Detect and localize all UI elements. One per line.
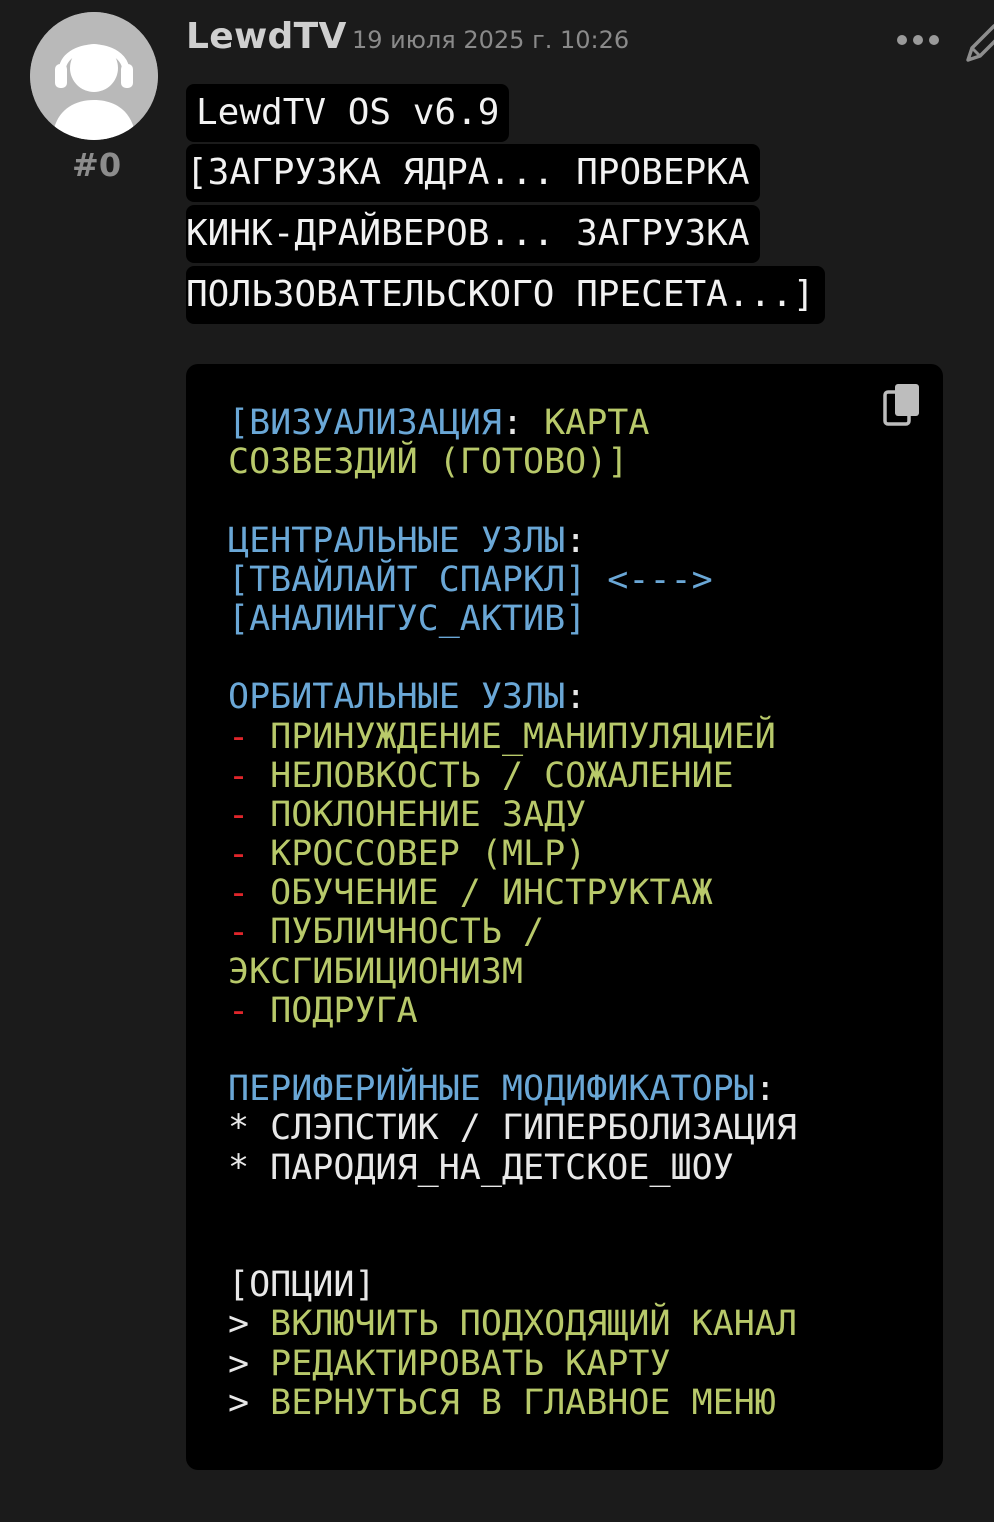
orbital-item: - ОБУЧЕНИЕ / ИНСТРУКТАЖ: [228, 874, 943, 913]
forum-post: #0 LewdTV 19 июля 2025 г. 10:26 LewdTV O…: [0, 0, 994, 1522]
orbital-item-text: ЭКСГИБИЦИОНИЗМ: [228, 951, 524, 992]
orbital-colon: :: [565, 677, 587, 718]
viz-colon: :: [501, 403, 524, 443]
option-prompt: >: [228, 1382, 271, 1423]
central-arrow: <--->: [586, 559, 713, 600]
orbital-item-text: ПОКЛОНЕНИЕ ЗАДУ: [270, 794, 587, 835]
orbital-nodes-header: ОРБИТАЛЬНЫЕ УЗЛЫ: [228, 677, 566, 718]
central-node-1: [ТВАЙЛАЙТ СПАРКЛ]: [228, 559, 587, 600]
username[interactable]: LewdTV: [186, 16, 347, 57]
viz-value-part2: СОЗВЕЗДИЙ (ГОТОВО)]: [228, 442, 629, 483]
orbital-item: - ПОДРУГА: [228, 990, 943, 1031]
central-node-2: [АНАЛИНГУС_АКТИВ]: [228, 598, 587, 639]
intro-line-os-version: LewdTV OS v6.9: [186, 84, 510, 142]
orbital-item: - ПУБЛИЧНОСТЬ /: [228, 913, 943, 952]
orbital-item: - ПРИНУЖДЕНИЕ_МАНИПУЛЯЦИЕЙ: [228, 716, 943, 757]
list-dash: -: [228, 794, 271, 835]
intro-line-kink-drivers: КИНК-ДРАЙВЕРОВ... ЗАГРУЗКА: [186, 205, 760, 263]
list-dash: -: [228, 755, 271, 796]
central-header-line: ЦЕНТРАЛЬНЫЕ УЗЛЫ:: [228, 520, 943, 561]
list-star: *: [228, 1108, 271, 1149]
orbital-item: - НЕЛОВКОСТЬ / СОЖАЛЕНИЕ: [228, 755, 943, 796]
options-header-line: [ОПЦИИ]: [228, 1266, 943, 1305]
post-number[interactable]: #0: [72, 146, 121, 184]
peripheral-item-text: СЛЭПСТИК / ГИПЕРБОЛИЗАЦИЯ: [270, 1108, 797, 1149]
central-colon: :: [565, 520, 587, 561]
option-edit-map: РЕДАКТИРОВАТЬ КАРТУ: [270, 1343, 671, 1384]
list-dash: -: [228, 873, 271, 914]
list-dash: -: [228, 912, 271, 953]
peripheral-modifiers-header: ПЕРИФЕРИЙНЫЕ МОДИФИКАТОРЫ: [228, 1069, 755, 1110]
post-header: LewdTV 19 июля 2025 г. 10:26: [186, 16, 994, 66]
option-item: > ВКЛЮЧИТЬ ПОДХОДЯЩИЙ КАНАЛ: [228, 1305, 943, 1344]
peripheral-header-line: ПЕРИФЕРИЙНЫЕ МОДИФИКАТОРЫ:: [228, 1070, 943, 1109]
option-prompt: >: [228, 1343, 271, 1384]
option-main-menu: ВЕРНУТЬСЯ В ГЛАВНОЕ МЕНЮ: [270, 1382, 776, 1423]
orbital-item-continuation: ЭКСГИБИЦИОНИЗМ: [228, 951, 943, 992]
headphones-user-avatar-icon: [30, 12, 158, 140]
options-header: [ОПЦИИ]: [228, 1265, 376, 1306]
pencil-icon[interactable]: [962, 18, 994, 66]
list-dash: -: [228, 834, 271, 875]
orbital-item-text: ПОДРУГА: [270, 990, 418, 1031]
peripheral-colon: :: [754, 1069, 776, 1110]
viz-value-part1: КАРТА: [523, 403, 650, 443]
central-node-line-1: [ТВАЙЛАЙТ СПАРКЛ] <--->: [228, 559, 943, 600]
peripheral-item: * ПАРОДИЯ_НА_ДЕТСКОЕ_ШОУ: [228, 1147, 943, 1188]
central-node-line-2: [АНАЛИНГУС_АКТИВ]: [228, 598, 943, 639]
viz-key: [ВИЗУАЛИЗАЦИЯ: [228, 403, 502, 443]
viz-line-2: СОЗВЕЗДИЙ (ГОТОВО)]: [228, 443, 943, 482]
code-block[interactable]: [ВИЗУАЛИЗАЦИЯ: КАРТА СОЗВЕЗДИЙ (ГОТОВО)] Ц…: [186, 364, 943, 1470]
post-timestamp[interactable]: 19 июля 2025 г. 10:26: [352, 26, 629, 54]
option-enable-channel: ВКЛЮЧИТЬ ПОДХОДЯЩИЙ КАНАЛ: [270, 1304, 797, 1345]
list-star: *: [228, 1147, 271, 1188]
list-dash: -: [228, 716, 271, 757]
peripheral-item: * СЛЭПСТИК / ГИПЕРБОЛИЗАЦИЯ: [228, 1109, 943, 1148]
option-item: > РЕДАКТИРОВАТЬ КАРТУ: [228, 1343, 943, 1384]
option-item: > ВЕРНУТЬСЯ В ГЛАВНОЕ МЕНЮ: [228, 1382, 943, 1423]
orbital-item-text: НЕЛОВКОСТЬ / СОЖАЛЕНИЕ: [270, 755, 734, 796]
copy-icon[interactable]: [883, 382, 921, 428]
orbital-item-text: КРОССОВЕР (MLP): [270, 834, 587, 875]
orbital-item-text: ОБУЧЕНИЕ / ИНСТРУКТАЖ: [270, 873, 713, 914]
viz-line-1: [ВИЗУАЛИЗАЦИЯ: КАРТА: [228, 403, 943, 443]
orbital-item: - ПОКЛОНЕНИЕ ЗАДУ: [228, 794, 943, 835]
peripheral-item-text: ПАРОДИЯ_НА_ДЕТСКОЕ_ШОУ: [270, 1147, 734, 1188]
central-nodes-header: ЦЕНТРАЛЬНЫЕ УЗЛЫ: [228, 520, 566, 561]
avatar[interactable]: [30, 12, 158, 140]
more-dots-icon[interactable]: [896, 30, 940, 50]
orbital-header-line: ОРБИТАЛЬНЫЕ УЗЛЫ:: [228, 678, 943, 717]
orbital-item-text: ПРИНУЖДЕНИЕ_МАНИПУЛЯЦИЕЙ: [270, 716, 776, 757]
orbital-item-text: ПУБЛИЧНОСТЬ /: [270, 912, 545, 953]
intro-line-loading-kernel: [ЗАГРУЗКА ЯДРА... ПРОВЕРКА: [186, 144, 760, 202]
list-dash: -: [228, 990, 271, 1031]
option-prompt: >: [228, 1304, 271, 1345]
intro-line-user-preset: ПОЛЬЗОВАТЕЛЬСКОГО ПРЕСЕТА...]: [186, 266, 825, 324]
orbital-item: - КРОССОВЕР (MLP): [228, 834, 943, 875]
